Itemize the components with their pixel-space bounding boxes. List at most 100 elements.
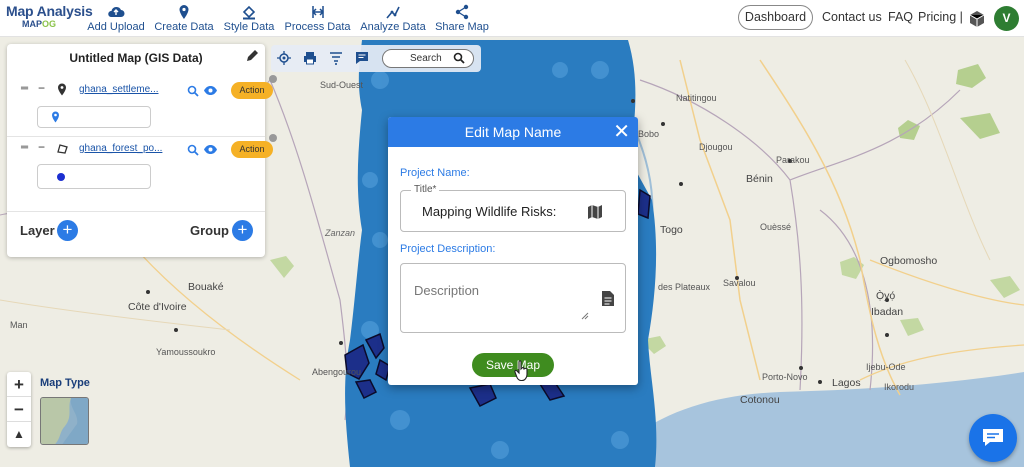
add-layer-button[interactable]: + <box>57 220 78 241</box>
title-floating-label: Title* <box>411 184 440 195</box>
place-label: Lagos <box>832 377 861 389</box>
place-label: Ogbomosho <box>880 255 938 267</box>
search-icon <box>453 52 465 64</box>
nav-add-upload[interactable]: Add Upload <box>86 4 146 33</box>
dialog-title: Edit Map Name <box>464 124 562 140</box>
zoom-to-layer-icon[interactable] <box>187 144 199 156</box>
polygon-icon <box>57 144 68 154</box>
place-label: Ouèssé <box>760 222 792 232</box>
edit-map-name-dialog: Edit Map Name ✕ Project Name: Title* Map… <box>388 117 638 385</box>
map-title: Untitled Map (GIS Data) <box>69 51 203 65</box>
place-label: Savalou <box>723 278 756 288</box>
drag-handle-icon[interactable]: ═ <box>21 143 31 153</box>
nav-process-data[interactable]: Process Data <box>284 4 351 33</box>
divider <box>7 136 265 137</box>
nav-share-map[interactable]: Share Map <box>434 4 490 33</box>
map-pin-icon <box>52 111 59 123</box>
brand-logo[interactable]: Map Analysis <box>6 3 93 19</box>
close-icon[interactable]: ✕ <box>613 117 630 147</box>
map-toolbar: Search <box>271 45 481 72</box>
place-label: Man <box>10 320 28 330</box>
layer-remove-dot[interactable] <box>269 134 277 142</box>
eye-icon[interactable] <box>203 85 218 96</box>
print-icon[interactable] <box>303 51 317 65</box>
nav-label: Create Data <box>154 21 214 33</box>
title-input[interactable]: Title* Mapping Wildlife Risks: <box>400 184 626 232</box>
layer-action-button[interactable]: Action <box>231 141 273 158</box>
project-description-label: Project Description: <box>400 243 496 255</box>
search-button[interactable]: Search <box>382 49 474 68</box>
collapse-icon[interactable]: − <box>38 140 45 154</box>
pencil-icon[interactable] <box>245 49 259 63</box>
filter-icon[interactable] <box>329 51 343 65</box>
save-map-button[interactable]: Save Map <box>472 353 554 377</box>
search-label: Search <box>410 53 442 64</box>
nav-label: Analyze Data <box>360 21 426 33</box>
paint-bucket-icon <box>242 5 256 20</box>
place-label: Zanzan <box>325 228 356 238</box>
zoom-to-layer-icon[interactable] <box>187 85 199 97</box>
place-label: Togo <box>660 224 683 236</box>
layer-remove-dot[interactable] <box>269 75 277 83</box>
place-label: Ibadan <box>871 306 904 318</box>
nav-label: Style Data <box>223 21 275 33</box>
chat-widget-button[interactable] <box>969 414 1017 462</box>
comment-icon[interactable] <box>355 51 369 65</box>
place-label: Sud-Ouest <box>320 80 364 90</box>
layer-name[interactable]: ghana_settleme... <box>79 84 169 95</box>
place-label: Parakou <box>776 155 810 165</box>
place-label: Ọ̀yọ́ <box>876 290 896 302</box>
cube-icon[interactable] <box>968 10 986 28</box>
description-textarea[interactable]: Description <box>400 263 626 333</box>
map-icon <box>588 205 602 219</box>
nav-label: Process Data <box>284 21 351 33</box>
place-label: Bouaké <box>188 281 224 293</box>
resize-handle-icon[interactable] <box>581 312 589 320</box>
add-group-button[interactable]: + <box>232 220 253 241</box>
nav-style-data[interactable]: Style Data <box>222 4 276 33</box>
map-pin-icon <box>179 5 189 19</box>
title-value[interactable]: Mapping Wildlife Risks: <box>422 204 570 219</box>
nav-label: Share Map <box>435 21 489 33</box>
satellite-preview <box>41 398 88 444</box>
map-type-label: Map Type <box>40 377 90 389</box>
hand-cursor-icon <box>514 360 528 382</box>
locate-icon[interactable] <box>277 51 291 65</box>
nav-create-data[interactable]: Create Data <box>153 4 215 33</box>
layer-action-button[interactable]: Action <box>231 82 273 99</box>
contact-link[interactable]: Contact us <box>822 10 882 24</box>
place-label: Bénin <box>746 173 773 185</box>
dialog-header: Edit Map Name ✕ <box>388 117 638 147</box>
cloud-upload-icon <box>108 6 125 17</box>
zoom-in-button[interactable]: + <box>7 372 31 397</box>
nav-analyze-data[interactable]: Analyze Data <box>360 4 426 33</box>
eye-icon[interactable] <box>203 144 218 155</box>
drag-handle-icon[interactable]: ═ <box>21 84 31 94</box>
layer-row[interactable]: ═ − ghana_forest_po... Action <box>21 134 277 160</box>
map-pin-icon <box>58 83 66 96</box>
divider <box>7 211 265 212</box>
legend-swatch <box>57 173 65 181</box>
map-type-thumbnail[interactable] <box>40 397 89 445</box>
place-label: Yamoussoukro <box>156 347 216 357</box>
top-navbar: Map Analysis MAPOG Add Upload Create Dat… <box>0 0 1024 37</box>
user-avatar[interactable]: V <box>994 6 1019 31</box>
place-label: Cotonou <box>740 394 780 406</box>
analyze-icon <box>386 6 400 19</box>
brand-title: Map Analysis <box>6 3 93 19</box>
layer-label: Layer <box>20 223 55 238</box>
faq-link[interactable]: FAQ <box>888 10 913 24</box>
collapse-icon[interactable]: − <box>38 81 45 95</box>
project-name-label: Project Name: <box>400 167 470 179</box>
layer-row[interactable]: ═ − ghana_settleme... Action <box>21 75 277 101</box>
place-label: Abengourou <box>312 367 362 377</box>
compass-reset-button[interactable]: ▲ <box>7 422 31 447</box>
dashboard-button[interactable]: Dashboard <box>738 5 813 30</box>
nav-label: Add Upload <box>87 21 145 33</box>
place-label: Ikorodu <box>884 382 915 392</box>
share-icon <box>455 4 469 20</box>
pricing-link[interactable]: Pricing | <box>918 10 963 24</box>
zoom-out-button[interactable]: − <box>7 397 31 422</box>
layer-name[interactable]: ghana_forest_po... <box>79 143 169 154</box>
brand-subtitle: MAPOG <box>22 19 57 29</box>
